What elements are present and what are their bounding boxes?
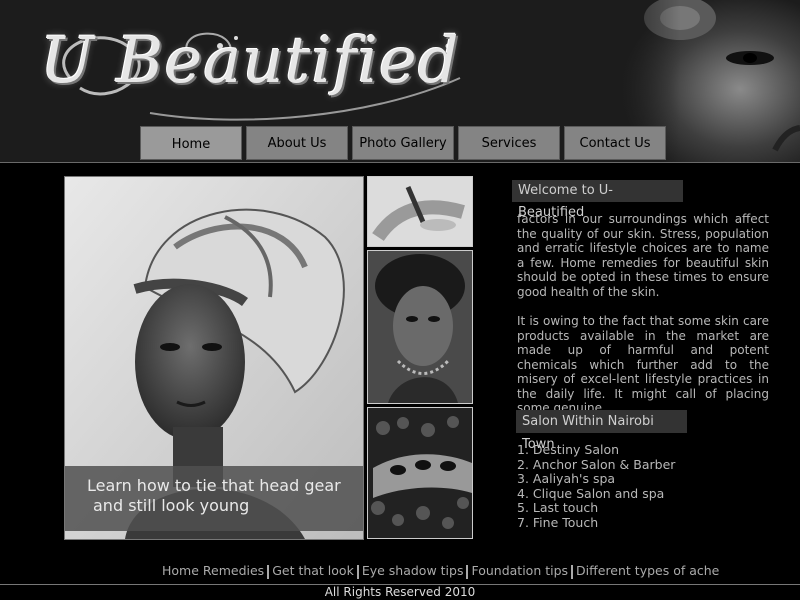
footer-separator bbox=[356, 564, 359, 579]
salons-heading: Salon Within Nairobi Town bbox=[516, 410, 687, 452]
list-item: 5. Last touch bbox=[517, 500, 599, 516]
nav-about-us[interactable]: About Us bbox=[246, 126, 348, 160]
thumbnail-manicure-image bbox=[368, 177, 472, 246]
site-logo[interactable]: U Beautified bbox=[40, 18, 480, 128]
list-item: 7. Fine Touch bbox=[517, 514, 599, 530]
featured-caption-line1: Learn how to tie that head gear bbox=[87, 476, 341, 495]
nav-photo-gallery[interactable]: Photo Gallery bbox=[352, 126, 454, 160]
thumbnail-portrait[interactable] bbox=[367, 250, 473, 404]
nav-contact-us[interactable]: Contact Us bbox=[564, 126, 666, 160]
footer-link-types-of-ache[interactable]: Different types of ache bbox=[576, 563, 719, 578]
welcome-paragraph-2: It is owing to the fact that some skin c… bbox=[517, 314, 769, 415]
footer-link-eye-shadow-tips[interactable]: Eye shadow tips bbox=[362, 563, 464, 578]
footer-link-get-that-look[interactable]: Get that look bbox=[272, 563, 354, 578]
featured-caption-line2: and still look young bbox=[93, 496, 250, 515]
footer-separator bbox=[267, 564, 270, 579]
copyright-text: All Rights Reserved 2010 bbox=[324, 585, 476, 599]
header-divider bbox=[0, 162, 800, 163]
footer-links: Home Remedies Get that look Eye shadow tip… bbox=[162, 563, 722, 579]
header: U Beautified Home About Us Photo Gallery… bbox=[0, 0, 800, 162]
welcome-heading: Welcome to U-Beautified bbox=[512, 180, 683, 220]
thumbnail-manicure[interactable] bbox=[367, 176, 473, 247]
list-item: 1. Destiny Salon bbox=[517, 442, 620, 457]
salon-list: 1. Destiny Salon 2. Anchor Salon & Barbe… bbox=[517, 442, 676, 531]
welcome-paragraph-1: factors in our surroundings which affect… bbox=[517, 212, 769, 299]
footer-separator bbox=[466, 564, 469, 579]
logo-text: U Beautified bbox=[40, 24, 460, 98]
nav-home[interactable]: Home bbox=[140, 126, 242, 160]
list-item: 4. Clique Salon and spa bbox=[517, 485, 665, 501]
thumbnail-nails[interactable] bbox=[367, 407, 473, 539]
footer-link-home-remedies[interactable]: Home Remedies bbox=[162, 563, 264, 578]
footer-separator bbox=[571, 564, 574, 579]
list-item: 3. Aaliyah's spa bbox=[517, 471, 616, 487]
thumbnail-nails-image bbox=[368, 408, 472, 538]
nav-services[interactable]: Services bbox=[458, 126, 560, 160]
thumbnail-portrait-image bbox=[368, 251, 472, 403]
featured-photo[interactable]: Learn how to tie that head gear and stil… bbox=[64, 176, 364, 540]
list-item: 2. Anchor Salon & Barber bbox=[517, 456, 676, 472]
footer-link-foundation-tips[interactable]: Foundation tips bbox=[471, 563, 568, 578]
featured-caption: Learn how to tie that head gear and stil… bbox=[65, 466, 363, 531]
